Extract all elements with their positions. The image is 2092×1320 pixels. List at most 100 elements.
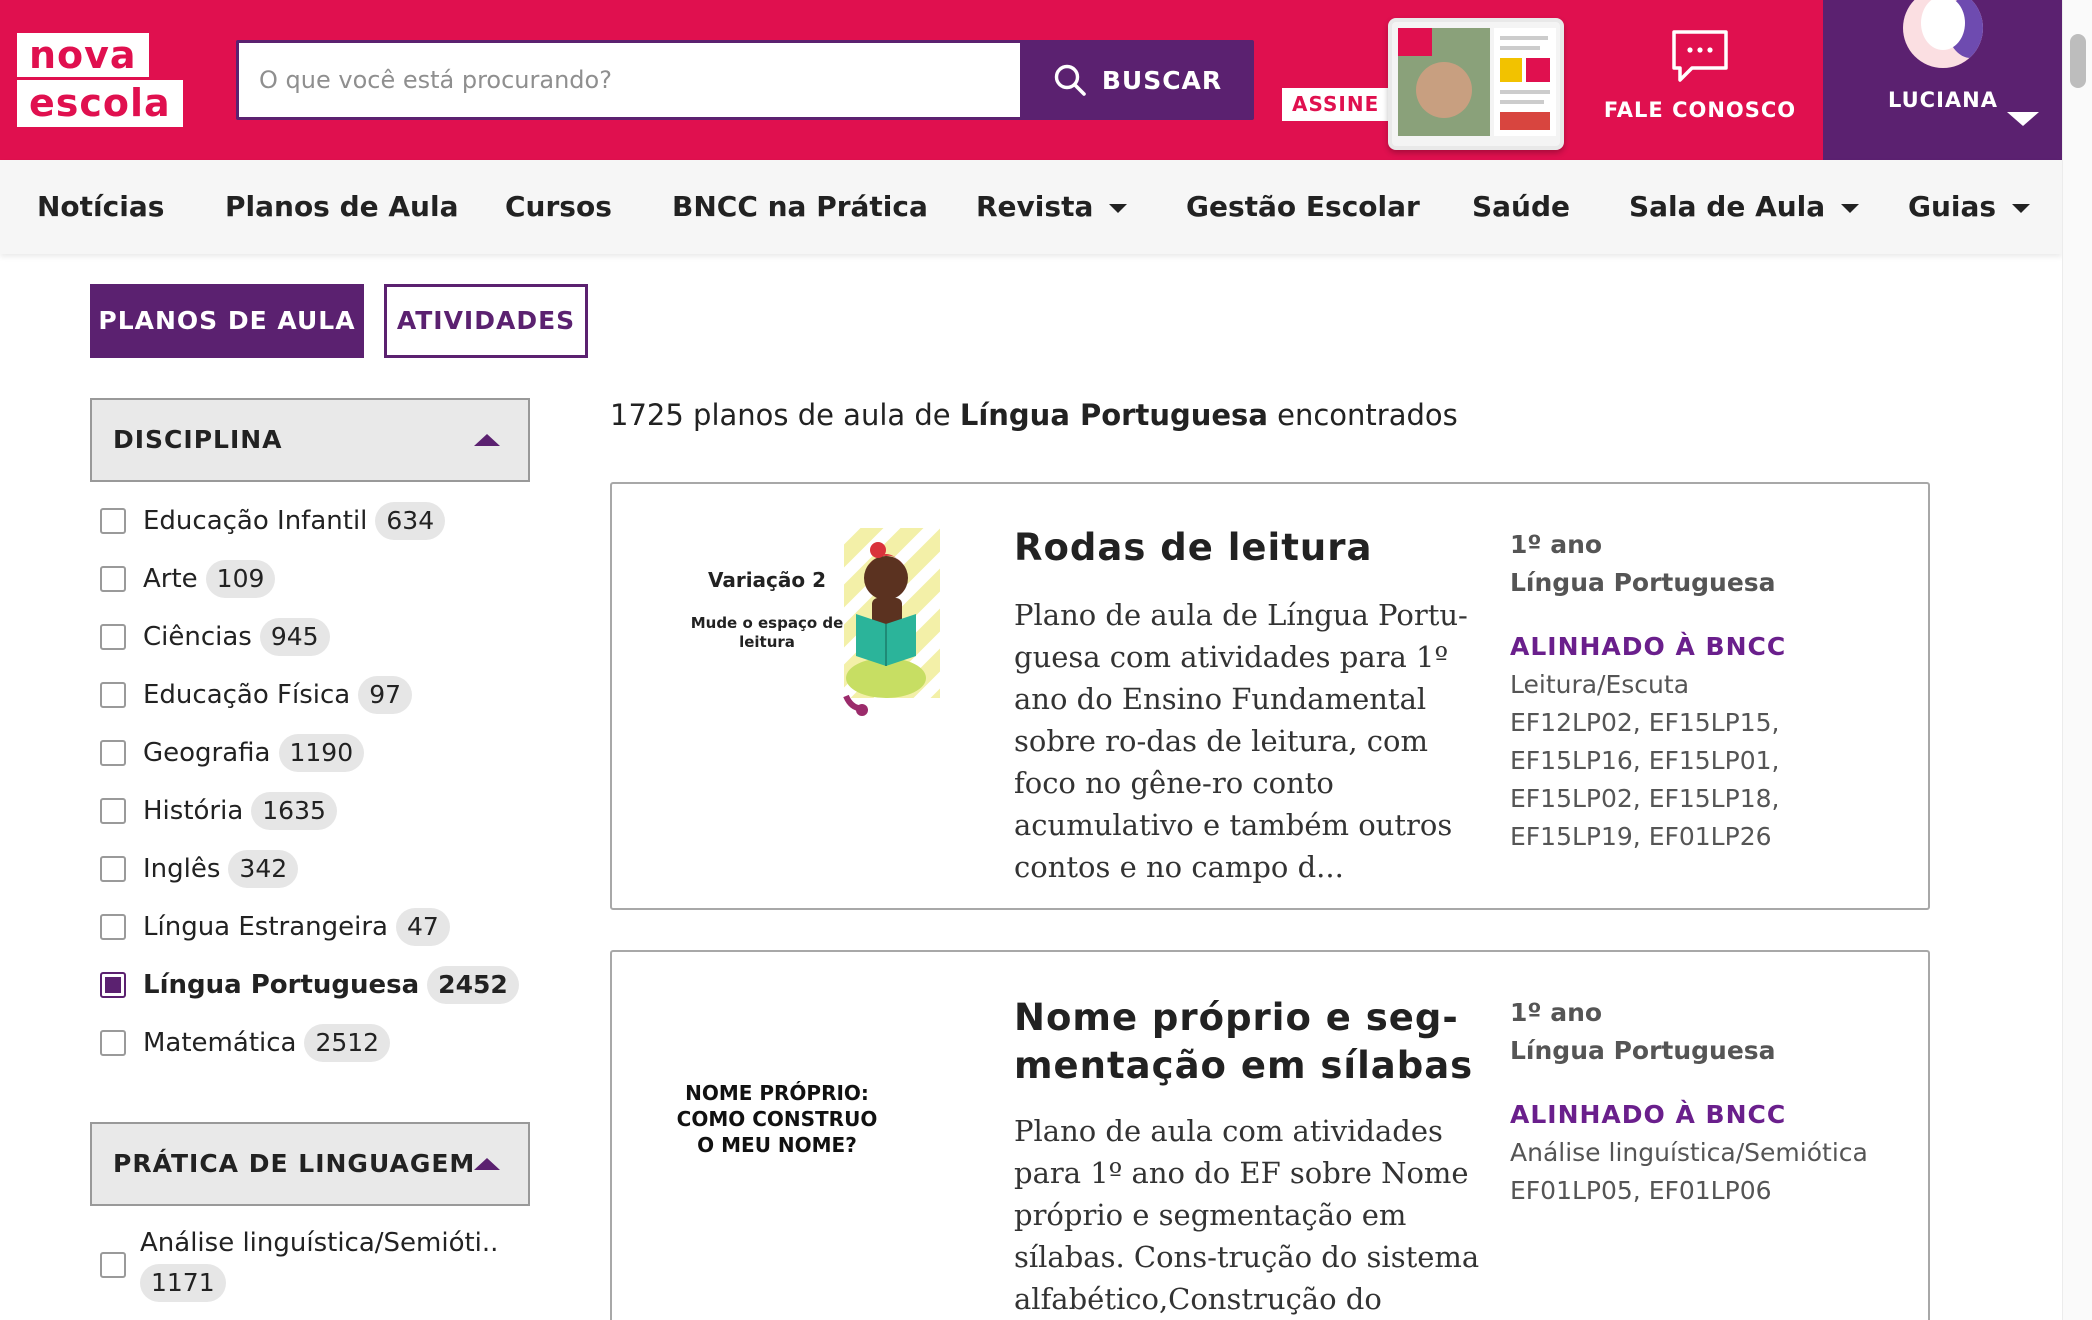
lesson-meta: 1º ano Língua Portuguesa ALINHADO À BNCC… bbox=[1510, 526, 1910, 856]
lesson-grade: 1º ano bbox=[1510, 998, 1603, 1027]
nav-item-revista[interactable]: Revista bbox=[976, 160, 1128, 254]
checkbox[interactable] bbox=[100, 914, 126, 940]
results-suffix: encontrados bbox=[1277, 398, 1458, 432]
checkbox[interactable] bbox=[100, 740, 126, 766]
filter-count-badge: 2512 bbox=[304, 1024, 391, 1062]
nav-item-noticias[interactable]: Notícias bbox=[37, 160, 164, 254]
filter-count-badge: 1190 bbox=[278, 734, 365, 772]
nav-item-saude[interactable]: Saúde bbox=[1472, 160, 1570, 254]
nav-item-gestao-escolar[interactable]: Gestão Escolar bbox=[1186, 160, 1420, 254]
filter-option-lingua-estrangeira[interactable]: Língua Estrangeira 47 bbox=[100, 906, 450, 948]
chevron-up-icon bbox=[474, 434, 500, 446]
lesson-thumbnail: Variação 2 Mude o espaço de leitura bbox=[662, 528, 952, 738]
nav-item-label: Planos de Aula bbox=[225, 190, 459, 223]
magazine-tablet-image bbox=[1388, 18, 1564, 150]
checkbox-checked[interactable] bbox=[100, 972, 126, 998]
filter-option-label: Educação Infantil bbox=[143, 506, 368, 536]
nav-item-label: BNCC na Prática bbox=[672, 190, 928, 223]
filter-count-badge: 97 bbox=[358, 676, 413, 714]
logo-word-2: escola bbox=[17, 80, 183, 127]
main-nav: Notícias Planos de Aula Cursos BNCC na P… bbox=[0, 160, 2062, 254]
filter-count-badge: 1171 bbox=[140, 1264, 226, 1302]
magazine-cover bbox=[1398, 28, 1490, 136]
nav-item-label: Saúde bbox=[1472, 190, 1571, 223]
search-input[interactable] bbox=[239, 43, 1019, 117]
filter-option-geografia[interactable]: Geografia 1190 bbox=[100, 732, 365, 774]
site-header: nova escola BUSCAR ASSINE bbox=[0, 0, 2092, 160]
lesson-description: Plano de aula de Língua Portu-guesa com … bbox=[1014, 598, 1468, 884]
filter-option-label: Arte bbox=[143, 564, 198, 594]
nav-item-sala-de-aula[interactable]: Sala de Aula bbox=[1629, 160, 1860, 254]
filter-language-practice-header[interactable]: PRÁTICA DE LINGUAGEM bbox=[90, 1122, 530, 1206]
tab-planos-de-aula[interactable]: PLANOS DE AULA bbox=[90, 284, 364, 358]
checkbox[interactable] bbox=[100, 1252, 126, 1278]
checkbox[interactable] bbox=[100, 624, 126, 650]
filter-option-matematica[interactable]: Matemática 2512 bbox=[100, 1022, 391, 1064]
filter-count-badge: 1635 bbox=[251, 792, 337, 830]
lesson-subject: Língua Portuguesa bbox=[1510, 568, 1776, 597]
user-name: LUCIANA bbox=[1888, 88, 1998, 112]
nav-item-guias[interactable]: Guias bbox=[1908, 160, 2031, 254]
thumbnail-subtitle: Mude o espaço de leitura bbox=[690, 614, 844, 651]
filter-option-label: Análise linguística/Semióti.. bbox=[140, 1228, 499, 1258]
filter-option-label: Geografia bbox=[143, 738, 271, 768]
chevron-down-icon bbox=[2007, 112, 2039, 126]
checkbox[interactable] bbox=[100, 508, 126, 534]
nav-item-cursos[interactable]: Cursos bbox=[505, 160, 612, 254]
nav-item-label: Notícias bbox=[37, 190, 165, 223]
nav-item-label: Gestão Escolar bbox=[1186, 190, 1420, 223]
user-menu[interactable]: LUCIANA bbox=[1823, 0, 2063, 160]
filter-option-label: Matemática bbox=[143, 1028, 297, 1058]
checkbox[interactable] bbox=[100, 798, 126, 824]
filter-option-ciencias[interactable]: Ciências 945 bbox=[100, 616, 330, 658]
checkbox[interactable] bbox=[100, 1030, 126, 1056]
lesson-card[interactable]: Variação 2 Mude o espaço de leitura Roda… bbox=[610, 482, 1930, 910]
checkbox[interactable] bbox=[100, 856, 126, 882]
search-button[interactable]: BUSCAR bbox=[1020, 43, 1254, 117]
lesson-title[interactable]: Nome próprio e seg-mentação em sílabas bbox=[1014, 994, 1484, 1090]
search-icon bbox=[1054, 64, 1086, 96]
filter-option-label: História bbox=[143, 796, 244, 826]
filter-option-analise-linguistica[interactable]: Análise linguística/Semióti.. 1171 bbox=[100, 1228, 540, 1308]
filter-option-ingles[interactable]: Inglês 342 bbox=[100, 848, 299, 890]
filter-discipline-header[interactable]: DISCIPLINA bbox=[90, 398, 530, 482]
magazine-page bbox=[1494, 28, 1556, 136]
filter-option-label: Inglês bbox=[143, 854, 221, 884]
tab-atividades[interactable]: ATIVIDADES bbox=[384, 284, 588, 358]
search-bar: BUSCAR bbox=[236, 40, 1254, 120]
scrollbar-thumb[interactable] bbox=[2070, 34, 2086, 88]
subscribe-promo[interactable]: ASSINE bbox=[1282, 16, 1572, 152]
nav-item-bncc-na-pratica[interactable]: BNCC na Prática bbox=[672, 160, 928, 254]
filter-count-badge: 945 bbox=[259, 618, 330, 656]
filter-option-arte[interactable]: Arte 109 bbox=[100, 558, 276, 600]
nav-item-label: Cursos bbox=[505, 190, 612, 223]
results-count: 1725 planos de aula de Língua Portuguesa… bbox=[610, 398, 1458, 432]
filter-option-historia[interactable]: História 1635 bbox=[100, 790, 337, 832]
thumbnail-caption: Variação 2 Mude o espaço de leitura bbox=[682, 568, 852, 652]
filter-option-educacao-fisica[interactable]: Educação Física 97 bbox=[100, 674, 413, 716]
checkbox[interactable] bbox=[100, 566, 126, 592]
filter-option-educacao-infantil[interactable]: Educação Infantil 634 bbox=[100, 500, 446, 542]
page-scrollbar[interactable] bbox=[2062, 0, 2092, 1320]
logo[interactable]: nova escola bbox=[17, 33, 183, 127]
thumbnail-title: NOME PRÓPRIO: COMO CONSTRUO O MEU NOME? bbox=[676, 1081, 878, 1157]
results-number: 1725 bbox=[610, 398, 684, 432]
lesson-title[interactable]: Rodas de leitura bbox=[1014, 524, 1484, 572]
contact-label: FALE CONOSCO bbox=[1603, 98, 1797, 122]
filter-option-label: Língua Portuguesa bbox=[143, 970, 420, 1000]
chat-bubble-icon bbox=[1672, 30, 1728, 82]
nav-item-planos-de-aula[interactable]: Planos de Aula bbox=[225, 160, 458, 254]
contact-button[interactable]: FALE CONOSCO bbox=[1600, 28, 1800, 138]
avatar bbox=[1903, 0, 1983, 68]
filter-title: DISCIPLINA bbox=[113, 425, 283, 454]
bncc-badge: ALINHADO À BNCC bbox=[1510, 632, 1787, 661]
checkbox[interactable] bbox=[100, 682, 126, 708]
lesson-meta: 1º ano Língua Portuguesa ALINHADO À BNCC… bbox=[1510, 994, 1910, 1210]
filter-option-lingua-portuguesa[interactable]: Língua Portuguesa 2452 bbox=[100, 964, 519, 1006]
logo-word-1: nova bbox=[17, 33, 149, 77]
filter-option-label: Educação Física bbox=[143, 680, 351, 710]
results-subject: Língua Portuguesa bbox=[959, 398, 1268, 432]
results-prefix: planos de aula de bbox=[693, 398, 951, 432]
subscribe-label: ASSINE bbox=[1282, 88, 1390, 121]
lesson-card[interactable]: NOME PRÓPRIO: COMO CONSTRUO O MEU NOME? … bbox=[610, 950, 1930, 1320]
